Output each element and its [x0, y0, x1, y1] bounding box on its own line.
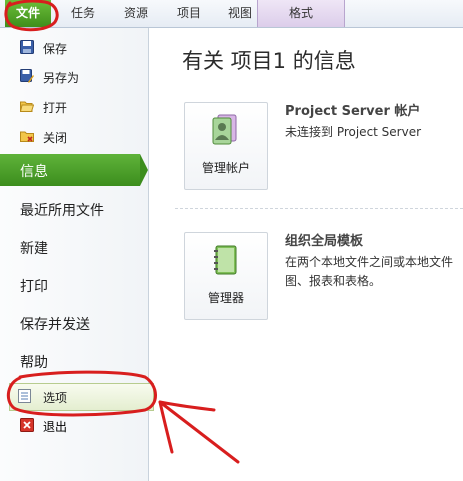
- section-divider: [175, 208, 463, 209]
- manage-accounts-button[interactable]: 管理帐户: [184, 102, 268, 190]
- menu-item-label: 打开: [43, 101, 68, 115]
- menu-item-new[interactable]: 新建: [20, 238, 48, 258]
- organizer-icon: [214, 245, 237, 275]
- menu-item-close[interactable]: 关闭: [0, 124, 148, 150]
- section-text-server: 未连接到 Project Server: [285, 125, 422, 139]
- menu-item-open[interactable]: 打开: [0, 94, 148, 120]
- organizer-button[interactable]: 管理器: [184, 232, 268, 320]
- pointer-arrow: [158, 400, 240, 464]
- page-title: 有关 项目1 的信息: [182, 49, 356, 73]
- options-icon: [18, 389, 31, 403]
- close-folder-icon: [20, 131, 34, 142]
- menu-item-label: 保存: [43, 42, 68, 56]
- exit-icon: [20, 418, 34, 432]
- tab-resource[interactable]: 资源: [110, 0, 162, 27]
- menu-item-print[interactable]: 打印: [20, 276, 48, 296]
- selected-indicator-arrow: [140, 154, 148, 186]
- menu-item-exit[interactable]: 退出: [0, 414, 148, 438]
- section-title-template: 组织全局模板: [285, 234, 364, 249]
- menu-item-info[interactable]: 信息: [0, 154, 140, 186]
- open-folder-icon: [20, 101, 34, 112]
- section-text-template-line1: 在两个本地文件之间或本地文件: [285, 255, 454, 269]
- menu-item-recent[interactable]: 最近所用文件: [20, 200, 104, 220]
- card-label: 管理帐户: [201, 161, 250, 175]
- menu-item-label: 另存为: [43, 71, 80, 85]
- section-text-template-line2: 图、报表和表格。: [285, 274, 382, 288]
- account-icon: [212, 114, 237, 145]
- menu-item-save[interactable]: 保存: [0, 35, 148, 61]
- menu-item-label: 信息: [20, 164, 48, 180]
- section-title-server: Project Server 帐户: [285, 104, 421, 119]
- tab-file[interactable]: 文件: [5, 0, 51, 27]
- tab-project[interactable]: 项目: [166, 0, 212, 27]
- ribbon-tab-bar: 文件 任务 资源 项目 视图 格式: [0, 0, 463, 28]
- menu-item-label: 选项: [43, 391, 68, 405]
- menu-item-save-send[interactable]: 保存并发送: [20, 314, 90, 334]
- save-icon: [20, 40, 34, 54]
- tab-tasks[interactable]: 任务: [60, 0, 106, 27]
- menu-item-label: 退出: [43, 420, 68, 434]
- tab-format[interactable]: 格式: [257, 0, 345, 27]
- backstage-menu: 保存 另存为 打开 关闭 信息 最近所用文件 新建 打印 保存并发送 帮助 选项…: [0, 28, 154, 481]
- save-as-icon: [20, 69, 34, 83]
- menu-item-save-as[interactable]: 另存为: [0, 64, 148, 90]
- menu-item-label: 关闭: [43, 131, 68, 145]
- menu-item-options[interactable]: 选项: [9, 383, 154, 411]
- card-label: 管理器: [207, 291, 244, 305]
- menu-item-help[interactable]: 帮助: [20, 352, 48, 372]
